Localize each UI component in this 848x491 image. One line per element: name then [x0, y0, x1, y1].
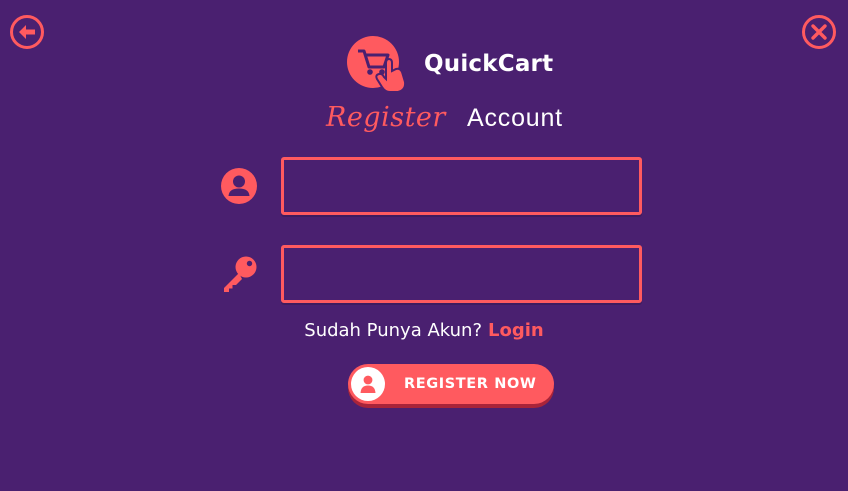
login-prompt: Sudah Punya Akun? Login: [0, 320, 848, 341]
user-icon: [360, 375, 376, 393]
close-circle-icon: [802, 15, 836, 49]
close-button[interactable]: [801, 14, 836, 49]
login-link[interactable]: Login: [488, 320, 544, 341]
arrow-left-circle-icon: [10, 15, 44, 49]
shopping-cart-tap-icon: [347, 36, 407, 93]
brand: QuickCart: [346, 34, 553, 94]
back-button[interactable]: [9, 14, 44, 49]
key-icon: [224, 256, 257, 292]
page-heading: Register Account: [0, 100, 848, 140]
password-input[interactable]: [281, 245, 642, 303]
login-prompt-text: Sudah Punya Akun?: [304, 320, 482, 341]
heading-register: Register: [326, 102, 446, 133]
register-button-icon-badge: [351, 367, 385, 401]
heading-account: Account: [467, 104, 563, 132]
username-row: [220, 157, 642, 215]
password-row: [220, 245, 642, 303]
username-input[interactable]: [281, 157, 642, 215]
register-now-button[interactable]: REGISTER NOW: [348, 364, 554, 404]
register-now-label: REGISTER NOW: [404, 376, 537, 392]
brand-name: QuickCart: [424, 51, 554, 77]
user-avatar-icon: [221, 168, 257, 204]
